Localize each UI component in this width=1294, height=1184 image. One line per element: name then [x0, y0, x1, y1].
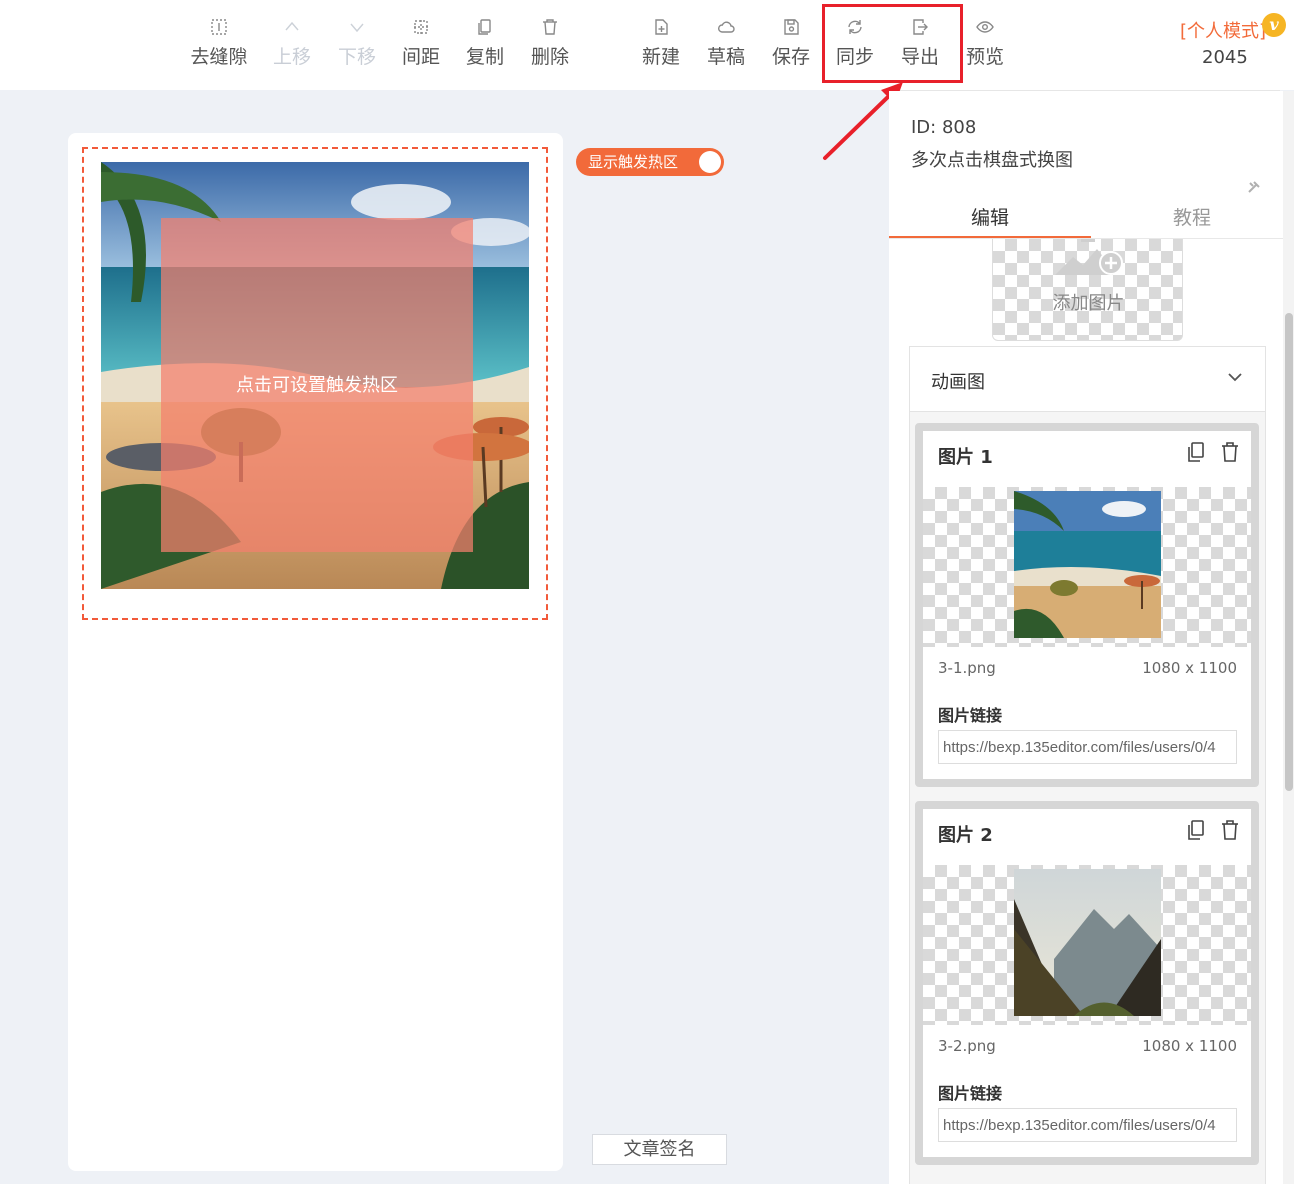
component-id: ID: 808	[911, 117, 977, 138]
scrollbar-thumb[interactable]	[1285, 313, 1293, 791]
add-image-button[interactable]: 添加图片	[992, 239, 1183, 341]
eye-icon	[976, 18, 994, 36]
highlight-box	[822, 4, 963, 83]
toolbar: 去缝隙 上移 下移 间距 复制 删除 新建 草稿 保存 同步 导出 预览 [个人…	[0, 0, 1294, 90]
image-item-title: 图片 1	[938, 447, 993, 468]
image-link-input[interactable]	[938, 1108, 1237, 1142]
chevron-down-icon	[348, 18, 366, 36]
new-file-icon	[652, 18, 670, 36]
remove-gap-icon	[210, 18, 228, 36]
image-item: 图片 1 3-1.png 1080 x 1100 图片链接	[915, 423, 1259, 787]
count-value: 2045	[1202, 47, 1248, 68]
image-filename: 3-1.png	[938, 659, 996, 677]
show-hotzone-toggle[interactable]: 显示触发热区	[576, 148, 724, 176]
delete-button[interactable]: 删除	[517, 18, 583, 69]
add-image-label: 添加图片	[1052, 293, 1125, 314]
section-title: 动画图	[931, 372, 985, 393]
image-item: 图片 2 3-2.png 1080 x 1100 图片链接	[915, 801, 1259, 1165]
vip-badge-icon: v	[1262, 13, 1286, 37]
chevron-up-icon	[283, 18, 301, 36]
tab-active-underline	[889, 236, 1091, 238]
toggle-label: 显示触发热区	[588, 153, 679, 171]
tab-tutorial[interactable]: 教程	[1092, 203, 1292, 230]
spacing-icon	[412, 18, 430, 36]
component-name: 多次点击棋盘式换图	[911, 150, 1073, 171]
cloud-icon	[717, 18, 735, 36]
beach-thumbnail[interactable]	[1014, 491, 1161, 638]
trash-icon[interactable]	[1220, 441, 1240, 463]
copy-icon[interactable]	[1186, 441, 1206, 463]
move-down-button[interactable]: 下移	[324, 18, 390, 69]
image-item-title: 图片 2	[938, 825, 993, 846]
image-preview-area	[923, 487, 1251, 647]
hotzone-hint: 点击可设置触发热区	[236, 375, 398, 396]
image-dimensions: 1080 x 1100	[1142, 659, 1237, 677]
mountain-thumbnail[interactable]	[1014, 869, 1161, 1016]
new-button[interactable]: 新建	[628, 18, 694, 69]
toggle-knob	[699, 151, 721, 173]
copy-button[interactable]: 复制	[452, 18, 518, 69]
spacing-button[interactable]: 间距	[388, 18, 454, 69]
move-up-button[interactable]: 上移	[259, 18, 325, 69]
personal-mode-link[interactable]: [个人模式]	[1180, 17, 1266, 43]
image-dimensions: 1080 x 1100	[1142, 1037, 1237, 1055]
copy-icon	[476, 18, 494, 36]
image-filename: 3-2.png	[938, 1037, 996, 1055]
image-link-label: 图片链接	[938, 706, 1003, 725]
article-signature-button[interactable]: 文章签名	[592, 1134, 727, 1165]
save-icon	[782, 18, 800, 36]
trash-icon[interactable]	[1220, 819, 1240, 841]
remove-gap-button[interactable]: 去缝隙	[186, 18, 252, 69]
wrench-icon[interactable]	[1247, 180, 1263, 198]
add-image-icon	[1055, 239, 1123, 275]
image-link-label: 图片链接	[938, 1084, 1003, 1103]
chevron-down-icon[interactable]	[1226, 368, 1244, 386]
trash-icon	[541, 18, 559, 36]
tab-edit[interactable]: 编辑	[890, 203, 1090, 230]
draft-button[interactable]: 草稿	[693, 18, 759, 69]
save-button[interactable]: 保存	[758, 18, 824, 69]
image-preview-area	[923, 865, 1251, 1025]
copy-icon[interactable]	[1186, 819, 1206, 841]
image-link-input[interactable]	[938, 730, 1237, 764]
